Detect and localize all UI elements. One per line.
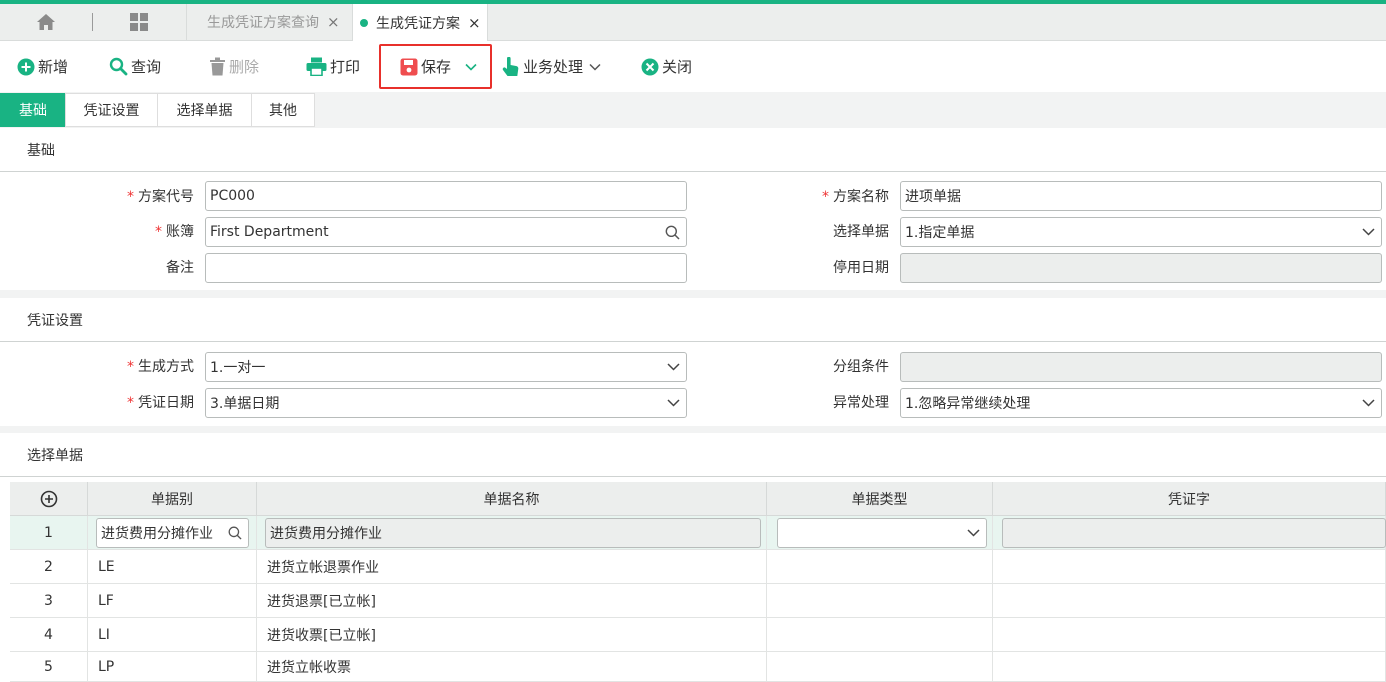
group-cond-label: 分组条件: [833, 359, 889, 375]
remark-label: 备注: [166, 260, 194, 276]
toolbar: 新增 查询 删除 打印 保存 业务处理 关闭: [0, 41, 1386, 92]
remark-input[interactable]: [205, 253, 687, 283]
row-number: 3: [10, 584, 88, 618]
column-header[interactable]: 凭证字: [993, 482, 1386, 516]
table-cell: [993, 652, 1386, 682]
table-cell: 进货收票[已立帐]: [257, 618, 767, 652]
table-cell: 进货立帐收票: [257, 652, 767, 682]
plus-circle-icon: [40, 490, 57, 507]
tab-voucher-scheme-query[interactable]: 生成凭证方案查询 ×: [186, 4, 351, 40]
gen-method-dropdown[interactable]: 1.一对一: [205, 352, 687, 382]
subtab-other[interactable]: 其他: [251, 93, 315, 127]
chevron-down-icon: [1362, 399, 1375, 407]
scheme-code-label: * 方案代号: [127, 189, 194, 205]
table-cell: LF: [88, 584, 257, 618]
chevron-down-icon: [667, 399, 680, 407]
subtab-basic[interactable]: 基础: [0, 93, 66, 127]
column-header[interactable]: 单据名称: [257, 482, 767, 516]
table-cell: [993, 618, 1386, 652]
trash-icon: [209, 57, 226, 76]
doc-type-dropdown[interactable]: [777, 518, 987, 548]
group-cond-input: [900, 352, 1382, 382]
row-number: 1: [10, 516, 88, 550]
table-cell: [993, 584, 1386, 618]
chevron-down-icon[interactable]: [589, 63, 601, 71]
close-circle-icon: [641, 58, 659, 76]
ledger-input[interactable]: First Department: [205, 217, 687, 247]
tab-label: 生成凭证方案: [376, 15, 460, 32]
apps-grid-icon: [130, 13, 148, 31]
scheme-name-input[interactable]: 进项单据: [900, 181, 1382, 211]
voucher-date-label: * 凭证日期: [127, 395, 194, 411]
table-cell: [767, 550, 993, 584]
search-icon[interactable]: [228, 526, 242, 540]
close-button[interactable]: 关闭: [641, 41, 692, 92]
save-highlight-box: [379, 44, 492, 89]
add-row-button[interactable]: [10, 482, 88, 516]
hand-pointer-icon: [502, 56, 520, 77]
column-header[interactable]: 单据类型: [767, 482, 993, 516]
table-cell: 进货费用分摊作业: [88, 516, 257, 550]
disable-date-label: 停用日期: [833, 260, 889, 276]
chevron-down-icon: [667, 363, 680, 371]
column-header[interactable]: 单据别: [88, 482, 257, 516]
apps-tab[interactable]: [93, 4, 185, 40]
section-title: 凭证设置: [0, 298, 1386, 342]
search-icon: [109, 57, 128, 76]
row-number: 4: [10, 618, 88, 652]
table-cell: LI: [88, 618, 257, 652]
query-button[interactable]: 查询: [109, 41, 161, 92]
table-cell: [767, 584, 993, 618]
table-cell: LP: [88, 652, 257, 682]
exception-label: 异常处理: [833, 395, 889, 411]
active-dot-icon: [360, 18, 368, 27]
section-title: 基础: [0, 128, 1386, 172]
delete-button[interactable]: 删除: [209, 41, 259, 92]
print-button[interactable]: 打印: [306, 41, 360, 92]
table-cell: [767, 652, 993, 682]
scheme-name-label: * 方案名称: [822, 189, 889, 205]
home-tab[interactable]: [0, 4, 92, 40]
table-cell: 进货费用分摊作业: [257, 516, 767, 550]
table-cell: [993, 516, 1386, 550]
section-title: 选择单据: [0, 433, 1386, 477]
voucher-word-input: [1002, 518, 1386, 548]
table-cell: [993, 550, 1386, 584]
chevron-down-icon: [967, 529, 980, 537]
table-cell: 进货立帐退票作业: [257, 550, 767, 584]
ledger-label: * 账簿: [155, 224, 194, 240]
exception-dropdown[interactable]: 1.忽略异常继续处理: [900, 388, 1382, 418]
disable-date-input: [900, 253, 1382, 283]
printer-icon: [306, 57, 327, 76]
voucher-date-dropdown[interactable]: 3.单据日期: [205, 388, 687, 418]
tab-voucher-scheme[interactable]: 生成凭证方案 ×: [352, 4, 488, 41]
table-cell: LE: [88, 550, 257, 584]
scheme-code-input[interactable]: PC000: [205, 181, 687, 211]
chevron-down-icon: [1362, 228, 1375, 236]
select-doc-dropdown[interactable]: 1.指定单据: [900, 217, 1382, 247]
subtab-select-documents[interactable]: 选择单据: [157, 93, 252, 127]
table-cell: 进货退票[已立帐]: [257, 584, 767, 618]
tab-strip: 生成凭证方案查询 × 生成凭证方案 ×: [0, 4, 1386, 41]
home-icon: [37, 14, 55, 30]
tab-label: 生成凭证方案查询: [207, 15, 319, 31]
close-icon[interactable]: ×: [327, 13, 340, 31]
row-number: 2: [10, 550, 88, 584]
documents-table: 单据别 单据名称 单据类型 凭证字 1 进货费用分摊作业 进货费用分摊作业 2 …: [10, 482, 1386, 682]
table-cell: [767, 516, 993, 550]
add-button[interactable]: 新增: [17, 41, 68, 92]
table-cell: [767, 618, 993, 652]
business-process-button[interactable]: 业务处理: [502, 41, 604, 92]
search-icon[interactable]: [665, 225, 680, 240]
row-number: 5: [10, 652, 88, 682]
doc-code-input[interactable]: 进货费用分摊作业: [96, 518, 249, 548]
plus-circle-icon: [17, 58, 35, 76]
close-icon[interactable]: ×: [468, 14, 481, 32]
subtab-voucher-settings[interactable]: 凭证设置: [65, 93, 158, 127]
select-doc-label: 选择单据: [833, 224, 889, 240]
doc-name-input: 进货费用分摊作业: [265, 518, 761, 548]
gen-method-label: * 生成方式: [127, 359, 194, 375]
